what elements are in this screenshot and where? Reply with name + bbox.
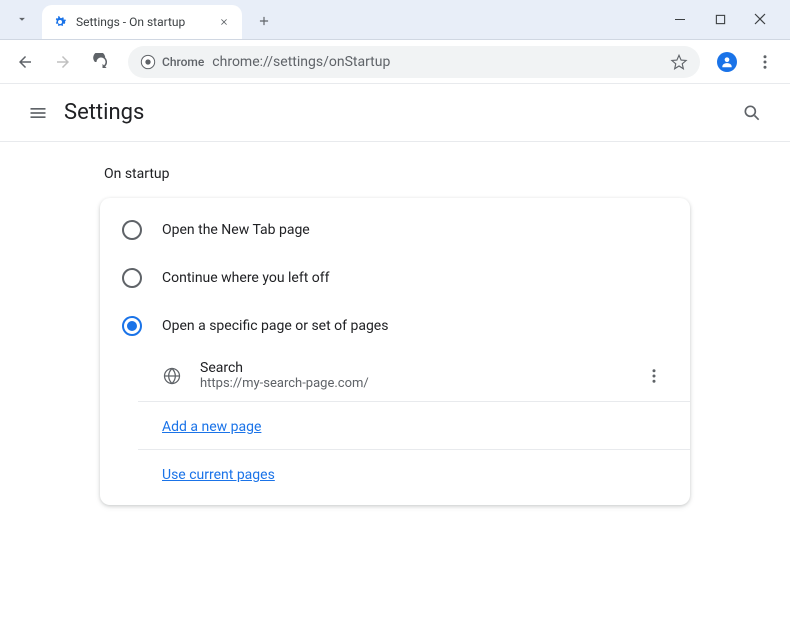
close-window-button[interactable]: [748, 7, 772, 31]
tab-search-dropdown[interactable]: [6, 3, 38, 35]
minimize-button[interactable]: [668, 7, 692, 31]
new-tab-button[interactable]: [250, 7, 278, 35]
radio-icon: [122, 316, 142, 336]
page-more-button[interactable]: [640, 362, 668, 390]
settings-gear-icon: [52, 14, 68, 30]
radio-continue[interactable]: Continue where you left off: [100, 254, 690, 302]
profile-button[interactable]: [710, 45, 744, 79]
chrome-logo-icon: [140, 54, 156, 70]
avatar-icon: [717, 52, 737, 72]
settings-content: On startup Open the New Tab page Continu…: [0, 142, 790, 529]
url-text: chrome://settings/onStartup: [212, 54, 670, 70]
tab-close-button[interactable]: [216, 14, 232, 30]
page-name: Search: [200, 360, 640, 376]
radio-specific-pages[interactable]: Open a specific page or set of pages: [100, 302, 690, 350]
startup-page-row: Search https://my-search-page.com/: [138, 350, 690, 402]
reload-button[interactable]: [84, 45, 118, 79]
search-settings-button[interactable]: [732, 93, 772, 133]
settings-header: Settings: [0, 84, 790, 142]
page-title: Settings: [64, 100, 144, 125]
site-info-label: Chrome: [162, 55, 204, 69]
bookmark-star-icon[interactable]: [670, 53, 688, 71]
window-controls: [668, 7, 790, 39]
forward-button[interactable]: [46, 45, 80, 79]
maximize-button[interactable]: [708, 7, 732, 31]
radio-icon: [122, 268, 142, 288]
browser-menu-button[interactable]: [748, 45, 782, 79]
tab-title: Settings - On startup: [76, 15, 216, 29]
add-new-page-link[interactable]: Add a new page: [162, 419, 261, 435]
address-bar[interactable]: Chrome chrome://settings/onStartup: [128, 46, 700, 78]
radio-icon: [122, 220, 142, 240]
globe-icon: [162, 366, 182, 386]
radio-label: Continue where you left off: [162, 270, 330, 286]
browser-titlebar: Settings - On startup: [0, 0, 790, 40]
menu-hamburger-button[interactable]: [18, 93, 58, 133]
radio-label: Open the New Tab page: [162, 222, 310, 238]
browser-toolbar: Chrome chrome://settings/onStartup: [0, 40, 790, 84]
radio-new-tab[interactable]: Open the New Tab page: [100, 206, 690, 254]
use-current-row: Use current pages: [138, 450, 690, 497]
radio-label: Open a specific page or set of pages: [162, 318, 388, 334]
site-info-chip[interactable]: Chrome: [140, 54, 204, 70]
browser-tab[interactable]: Settings - On startup: [42, 5, 242, 39]
section-title: On startup: [100, 166, 690, 182]
startup-pages-list: Search https://my-search-page.com/ Add a…: [100, 350, 690, 497]
page-url: https://my-search-page.com/: [200, 376, 640, 391]
back-button[interactable]: [8, 45, 42, 79]
add-page-row: Add a new page: [138, 402, 690, 450]
use-current-pages-link[interactable]: Use current pages: [162, 467, 275, 483]
on-startup-card: Open the New Tab page Continue where you…: [100, 198, 690, 505]
